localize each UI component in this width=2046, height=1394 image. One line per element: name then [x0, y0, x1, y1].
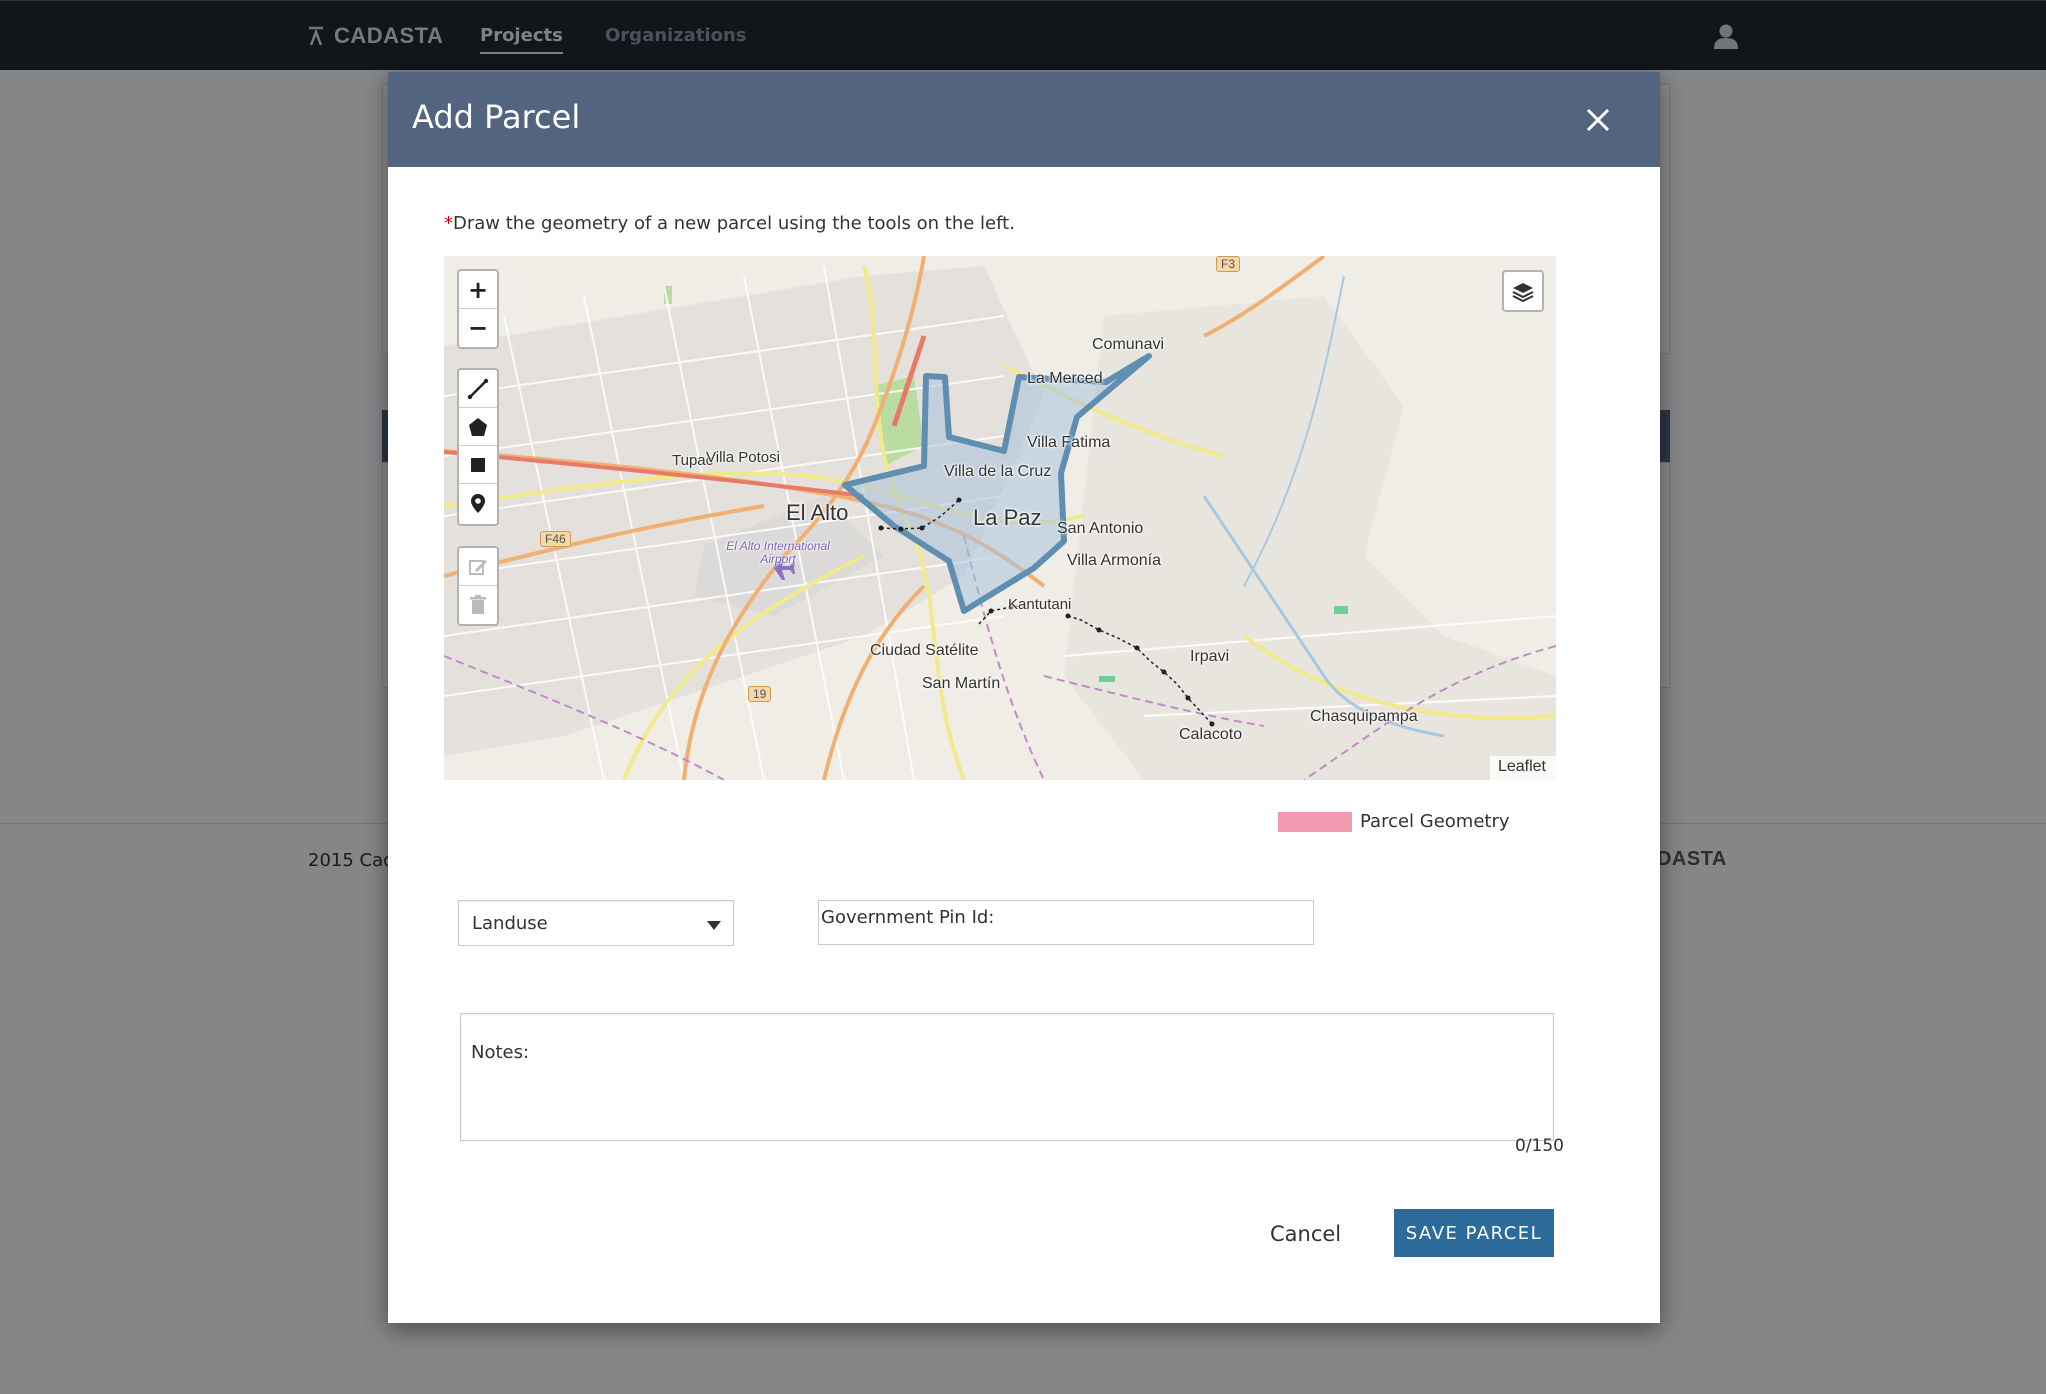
polygon-icon	[469, 417, 487, 436]
edit-icon	[469, 559, 487, 575]
map-label-irpavi: Irpavi	[1190, 648, 1230, 665]
draw-marker-button[interactable]	[459, 484, 497, 522]
map-label-villa-fatima: Villa Fatima	[1027, 434, 1111, 451]
delete-layers-button[interactable]	[459, 586, 497, 624]
close-icon[interactable]	[1584, 106, 1612, 134]
road-badge-f3: F3	[1216, 256, 1241, 272]
map-label-comunavi: Comunavi	[1092, 336, 1165, 353]
government-pin-id-placeholder: Government Pin Id:	[821, 907, 995, 928]
map-label-villa-de-la-cruz: Villa de la Cruz	[944, 463, 1052, 480]
map-instruction: *Draw the geometry of a new parcel using…	[444, 213, 1015, 234]
legend-label: Parcel Geometry	[1360, 811, 1510, 832]
draw-rectangle-button[interactable]	[459, 446, 497, 484]
save-parcel-button[interactable]: SAVE PARCEL	[1394, 1209, 1554, 1257]
notes-textarea[interactable]: Notes:	[460, 1013, 1554, 1141]
edit-layers-button[interactable]	[459, 548, 497, 586]
modal-header: Add Parcel	[388, 72, 1660, 167]
layers-control-button[interactable]	[1502, 270, 1544, 312]
map-label-ciudad-satellite: Ciudad Satélite	[870, 642, 979, 659]
map-label-la-merced: La Merced	[1027, 370, 1103, 387]
map-label-san-martin: San Martín	[922, 675, 1001, 692]
draw-polygon-button[interactable]	[459, 408, 497, 446]
chevron-down-icon	[707, 921, 721, 930]
map-attribution[interactable]: Leaflet	[1489, 756, 1556, 780]
map-label-la-paz: La Paz	[973, 505, 1042, 530]
map-label-el-alto: El Alto	[786, 500, 849, 525]
add-parcel-modal: Add Parcel *Draw the geometry of a new p…	[388, 72, 1660, 1323]
map-label-calacoto: Calacoto	[1179, 726, 1243, 743]
road-badge-19: 19	[748, 686, 772, 702]
draw-toolbar	[457, 368, 499, 526]
notes-placeholder: Notes:	[471, 1042, 530, 1063]
zoom-out-button[interactable]: −	[459, 309, 497, 347]
legend-swatch	[1278, 811, 1352, 832]
map-legend: Parcel Geometry	[1278, 811, 1510, 832]
rectangle-icon	[471, 457, 485, 472]
draw-polyline-button[interactable]	[459, 370, 497, 408]
map-label-san-antonio: San Antonio	[1057, 520, 1144, 537]
map-label-airport: El Alto International Airport	[726, 539, 830, 566]
map-label-chasquipampa: Chasquipampa	[1310, 708, 1418, 725]
map-label-villa-potosi: Villa Potosi	[706, 449, 780, 466]
required-marker: *	[444, 213, 453, 234]
trash-icon	[470, 595, 486, 614]
parcel-map[interactable]: Comunavi La Merced Villa Fatima Tupac Vi…	[444, 256, 1556, 780]
modal-title: Add Parcel	[412, 98, 581, 136]
landuse-select[interactable]: Landuse	[458, 900, 734, 946]
layers-icon	[1512, 283, 1534, 303]
marker-icon	[471, 494, 485, 513]
notes-character-counter: 0/150	[1515, 1136, 1564, 1156]
government-pin-id-input[interactable]: Government Pin Id:	[818, 900, 1314, 945]
map-label-villa-armonia: Villa Armonía	[1067, 552, 1161, 569]
cancel-button[interactable]: Cancel	[1270, 1222, 1341, 1246]
instruction-text: Draw the geometry of a new parcel using …	[453, 213, 1015, 234]
road-badge-f46: F46	[540, 531, 571, 547]
zoom-control: + −	[457, 269, 499, 349]
zoom-in-button[interactable]: +	[459, 271, 497, 309]
map-label-kantutani: Kantutani	[1008, 596, 1072, 613]
polyline-icon	[467, 378, 489, 399]
landuse-selected-value: Landuse	[472, 912, 548, 934]
edit-toolbar	[457, 546, 499, 626]
